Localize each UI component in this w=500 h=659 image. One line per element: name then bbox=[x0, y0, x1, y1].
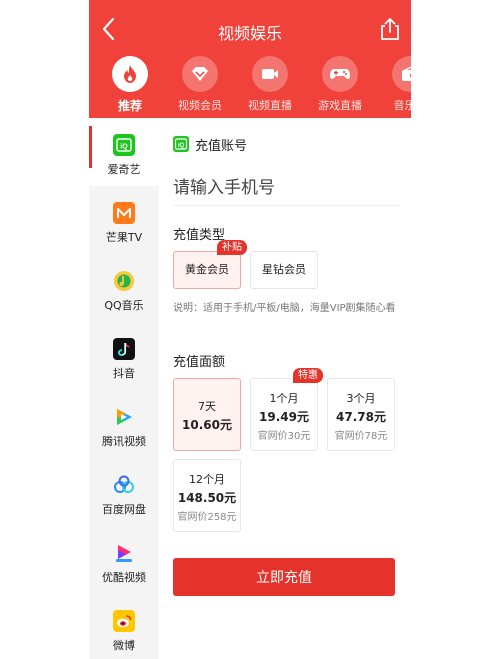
iqiyi-icon: iQ bbox=[173, 136, 189, 152]
video-camera-icon bbox=[252, 56, 288, 92]
main-panel: iQ 充值账号 充值类型 黄金会员 补贴 星钻会员 说明：适用于手机/平板/电脑… bbox=[159, 118, 411, 659]
tab-label: 推荐 bbox=[117, 99, 142, 113]
description-text: 说明：适用于手机/平板/电脑，海量VIP剧集随心看 bbox=[173, 303, 396, 314]
tencent-video-icon bbox=[113, 406, 135, 428]
sidebar-item-qq-music[interactable]: QQ音乐 bbox=[89, 254, 159, 322]
fire-icon bbox=[112, 56, 148, 92]
sidebar-item-label: 优酷视频 bbox=[102, 571, 146, 584]
plan-3-months[interactable]: 3个月 47.78元 官网价78元 bbox=[327, 378, 395, 451]
phone-input[interactable] bbox=[173, 170, 399, 206]
share-icon[interactable] bbox=[378, 17, 402, 41]
plan-1-month[interactable]: 1个月 19.49元 官网价30元 bbox=[250, 378, 318, 451]
phone-screen: 视频娱乐 推荐 视频会员 视频直播 游戏直播 音乐 iQ 爱奇艺 芒果TV QQ… bbox=[89, 0, 411, 659]
svg-text:iQ: iQ bbox=[120, 144, 128, 151]
plan-price: 19.49元 bbox=[259, 410, 309, 424]
amount-section-title: 充值面额 bbox=[173, 355, 226, 370]
special-offer-badge: 特惠 bbox=[293, 368, 323, 383]
sidebar-item-tencent-video[interactable]: 腾讯视频 bbox=[89, 390, 159, 458]
radio-icon bbox=[392, 56, 411, 92]
sidebar-item-youku[interactable]: 优酷视频 bbox=[89, 526, 159, 594]
douyin-icon bbox=[113, 338, 135, 360]
tab-label: 游戏直播 bbox=[318, 99, 362, 112]
plan-price: 10.60元 bbox=[182, 418, 232, 432]
tab-label: 音乐电 bbox=[393, 99, 412, 112]
sidebar-item-iqiyi[interactable]: iQ 爱奇艺 bbox=[89, 118, 159, 186]
sidebar-item-label: 微博 bbox=[113, 639, 135, 652]
youku-icon bbox=[113, 542, 135, 564]
sidebar-item-baidu-netdisk[interactable]: 百度网盘 bbox=[89, 458, 159, 526]
tab-recommend[interactable]: 推荐 bbox=[95, 56, 165, 114]
plan-duration: 3个月 bbox=[346, 392, 376, 405]
tab-video-vip[interactable]: 视频会员 bbox=[165, 56, 235, 113]
subsidy-badge: 补贴 bbox=[217, 240, 247, 255]
sidebar-item-label: QQ音乐 bbox=[104, 299, 144, 312]
gamepad-icon bbox=[322, 56, 358, 92]
sidebar-item-weibo[interactable]: 微博 bbox=[89, 594, 159, 659]
type-label: 黄金会员 bbox=[185, 263, 229, 276]
sidebar-item-label: 腾讯视频 bbox=[102, 435, 146, 448]
page-title: 视频娱乐 bbox=[217, 24, 282, 43]
plan-price: 47.78元 bbox=[336, 410, 386, 424]
mango-tv-icon bbox=[113, 202, 135, 224]
sidebar-item-label: 芒果TV bbox=[105, 231, 143, 244]
sidebar-item-douyin[interactable]: 抖音 bbox=[89, 322, 159, 390]
weibo-icon bbox=[113, 610, 135, 632]
qq-music-icon bbox=[113, 270, 135, 292]
iqiyi-icon: iQ bbox=[113, 134, 135, 156]
type-gold-member[interactable]: 黄金会员 bbox=[173, 251, 241, 289]
tab-game-live[interactable]: 游戏直播 bbox=[305, 56, 375, 113]
type-label: 星钻会员 bbox=[262, 263, 306, 276]
plan-original-price: 官网价30元 bbox=[257, 431, 311, 442]
sidebar-item-label: 抖音 bbox=[113, 367, 135, 380]
type-diamond-member[interactable]: 星钻会员 bbox=[250, 251, 318, 289]
recharge-now-button[interactable]: 立即充值 bbox=[173, 558, 395, 596]
sidebar: iQ 爱奇艺 芒果TV QQ音乐 抖音 腾讯视频 百度网盘 优酷视频 微博 bbox=[89, 118, 159, 659]
tab-music[interactable]: 音乐电 bbox=[375, 56, 411, 113]
type-section-title: 充值类型 bbox=[173, 228, 226, 243]
tab-video-live[interactable]: 视频直播 bbox=[235, 56, 305, 113]
plan-12-months[interactable]: 12个月 148.50元 官网价258元 bbox=[173, 459, 241, 532]
tab-label: 视频会员 bbox=[178, 99, 222, 112]
svg-text:iQ: iQ bbox=[178, 143, 185, 149]
plan-duration: 7天 bbox=[198, 400, 216, 413]
plan-original-price: 官网价258元 bbox=[177, 512, 237, 523]
tab-label: 视频直播 bbox=[248, 99, 292, 112]
plan-7-days[interactable]: 7天 10.60元 bbox=[173, 378, 241, 451]
header-bar: 视频娱乐 推荐 视频会员 视频直播 游戏直播 音乐 bbox=[89, 0, 411, 118]
diamond-icon bbox=[182, 56, 218, 92]
plan-duration: 12个月 bbox=[189, 473, 225, 486]
sidebar-item-mango-tv[interactable]: 芒果TV bbox=[89, 186, 159, 254]
sidebar-item-label: 百度网盘 bbox=[102, 503, 146, 516]
sidebar-item-label: 爱奇艺 bbox=[107, 163, 141, 176]
baidu-netdisk-icon bbox=[113, 474, 135, 496]
plan-price: 148.50元 bbox=[177, 491, 237, 505]
account-title: 充值账号 bbox=[195, 139, 248, 154]
plan-duration: 1个月 bbox=[269, 392, 299, 405]
plan-original-price: 官网价78元 bbox=[334, 431, 388, 442]
